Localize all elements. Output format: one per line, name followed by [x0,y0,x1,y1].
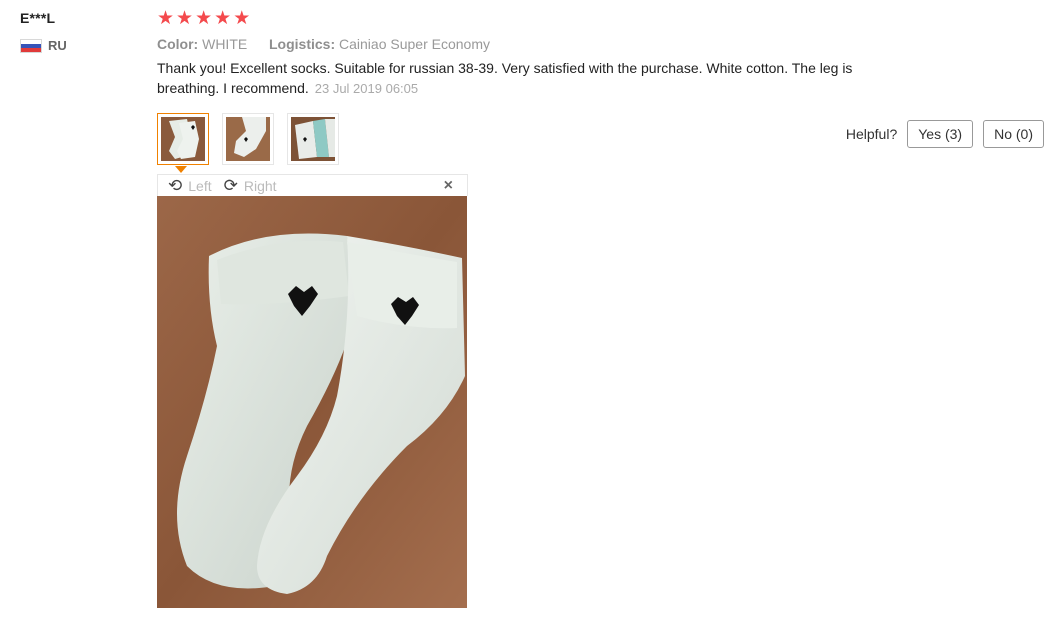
star-icon: ★ [233,8,251,29]
rotate-right-button[interactable]: ⟳ Right [224,177,277,194]
star-icon: ★ [195,8,213,29]
review-body: ★ ★ ★ ★ ★ Color: WHITE Logistics: Cainia… [157,8,1057,99]
reviewer-info: E***L RU [20,10,140,53]
review-thumbnails [157,113,339,165]
rotate-left-label: Left [188,177,212,194]
color-value: WHITE [202,36,248,52]
star-rating: ★ ★ ★ ★ ★ [157,8,1057,30]
helpful-no-button[interactable]: No (0) [983,120,1044,148]
logistics-value: Cainiao Super Economy [339,36,490,52]
review-thumbnail-1[interactable] [157,113,209,165]
image-viewer: ⟲ Left ⟳ Right × [157,174,468,609]
review-text: Thank you! Excellent socks. Suitable for… [157,60,853,96]
image-viewer-toolbar: ⟲ Left ⟳ Right × [157,174,468,196]
star-icon: ★ [176,8,194,29]
star-icon: ★ [214,8,232,29]
logistics-label: Logistics: [269,36,336,52]
review-date: 23 Jul 2019 06:05 [314,81,419,96]
color-label: Color: [157,36,199,52]
reviewer-country: RU [20,38,140,53]
country-code: RU [48,38,67,53]
helpful-vote: Helpful? Yes (3) No (0) [846,120,1044,148]
helpful-label: Helpful? [845,126,898,142]
star-icon: ★ [157,8,175,29]
order-info: Color: WHITE Logistics: Cainiao Super Ec… [157,36,1057,52]
rotate-left-icon: ⟲ [168,176,183,195]
helpful-yes-button[interactable]: Yes (3) [907,120,974,148]
review-text-block: Thank you! Excellent socks. Suitable for… [157,58,897,99]
rotate-right-label: Right [243,177,277,194]
socks-thumbnail-image [291,117,335,161]
rotate-left-button[interactable]: ⟲ Left [168,177,212,194]
review-photo-socks [157,196,467,608]
rotate-right-icon: ⟳ [223,176,238,195]
reviewer-name: E***L [20,10,56,26]
review-thumbnail-3[interactable] [287,113,339,165]
russia-flag-icon [20,38,42,53]
socks-thumbnail-image [226,117,270,161]
close-icon[interactable]: × [444,177,453,195]
review-thumbnail-2[interactable] [222,113,274,165]
socks-thumbnail-image [161,117,205,161]
active-thumbnail-indicator [175,166,187,173]
